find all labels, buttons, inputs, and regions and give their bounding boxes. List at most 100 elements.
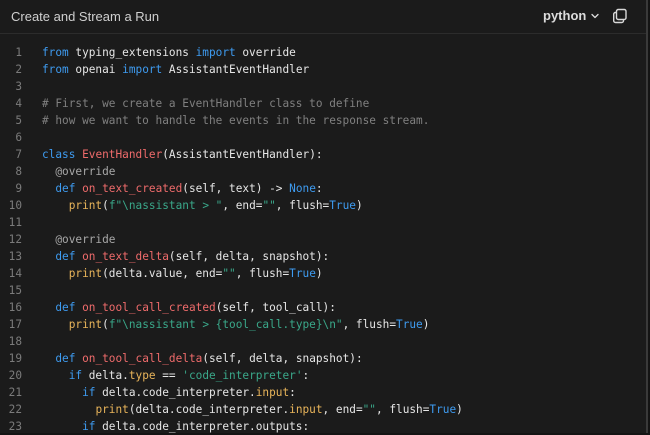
code-token: on_text_created <box>82 182 183 195</box>
code-text: class EventHandler(AssistantEventHandler… <box>42 146 323 163</box>
code-line: 18 <box>0 333 646 350</box>
code-token: # First, we create a EventHandler class … <box>42 97 370 110</box>
code-text: @override <box>42 231 115 248</box>
code-line: 9 def on_text_created(self, text) -> Non… <box>0 180 646 197</box>
line-number: 7 <box>15 148 22 161</box>
code-token: typing_extensions <box>68 46 196 59</box>
line-number: 5 <box>15 114 22 127</box>
code-text: # how we want to handle the events in th… <box>42 112 429 129</box>
language-selector[interactable]: python <box>543 8 600 23</box>
code-text: @override <box>42 163 115 180</box>
line-number: 15 <box>8 284 22 297</box>
code-text: # First, we create a EventHandler class … <box>42 95 369 112</box>
code-token: def <box>55 250 76 263</box>
line-number: 1 <box>15 46 22 59</box>
code-token: ) <box>355 199 363 212</box>
code-token: : <box>302 369 310 382</box>
code-token: True <box>396 318 423 331</box>
line-number: 13 <box>8 250 22 263</box>
line-number: 18 <box>8 335 22 348</box>
code-token: "" <box>362 403 376 416</box>
line-number: 11 <box>8 216 22 229</box>
code-line: 14 print(delta.value, end="", flush=True… <box>0 265 646 282</box>
code-token: ) <box>315 267 323 280</box>
code-line: 22 print(delta.code_interpreter.input, e… <box>0 401 646 418</box>
language-label: python <box>543 8 587 23</box>
code-line: 4 # First, we create a EventHandler class… <box>0 95 646 112</box>
code-token: : <box>289 386 296 399</box>
code-text: print(f"\nassistant > ", end="", flush=T… <box>42 197 363 214</box>
code-text: def on_tool_call_created(self, tool_call… <box>42 299 336 316</box>
code-title: Create and Stream a Run <box>11 9 160 24</box>
code-text: def on_text_delta(self, delta, snapshot)… <box>42 248 329 265</box>
code-token: input <box>255 386 290 399</box>
code-token: print <box>68 318 103 331</box>
code-token: class <box>42 148 76 161</box>
code-token: # how we want to handle the events in th… <box>42 114 430 127</box>
code-token: delta.code_interpreter.outputs: <box>95 420 310 433</box>
code-token: , end= <box>322 403 363 416</box>
line-number: 19 <box>8 352 22 365</box>
code-token: True <box>289 267 316 280</box>
code-line: 10 print(f"\nassistant > ", end="", flus… <box>0 197 646 214</box>
code-block[interactable]: 1 from typing_extensions import override 2… <box>0 44 646 435</box>
code-token: (self, delta, snapshot): <box>168 250 330 263</box>
code-line: 23 if delta.code_interpreter.outputs: <box>0 418 646 435</box>
line-number: 20 <box>8 369 22 382</box>
code-token: (self, tool_call): <box>215 301 336 314</box>
code-line: 17 print(f"\nassistant > {tool_call.type… <box>0 316 646 333</box>
line-number: 2 <box>15 63 22 76</box>
code-token: delta.code_interpreter. <box>95 386 256 399</box>
code-token: import <box>122 63 163 76</box>
code-token: from <box>42 46 69 59</box>
code-line: 8 @override <box>0 163 646 180</box>
code-token: print <box>68 199 103 212</box>
line-number: 12 <box>8 233 22 246</box>
code-text: if delta.code_interpreter.outputs: <box>42 418 309 435</box>
code-line: 21 if delta.code_interpreter.input: <box>0 384 646 401</box>
code-text: from openai import AssistantEventHandler <box>42 61 309 78</box>
code-token: (delta.code_interpreter. <box>128 403 290 416</box>
code-token: True <box>429 403 457 416</box>
line-number: 6 <box>15 131 22 144</box>
copy-icon[interactable] <box>612 8 628 24</box>
code-text: if delta.type == 'code_interpreter': <box>42 367 309 384</box>
code-token: def <box>55 301 76 314</box>
code-line: 3 <box>0 78 646 95</box>
line-number: 16 <box>8 301 22 314</box>
line-number: 22 <box>8 403 22 416</box>
code-line: 11 <box>0 214 646 231</box>
code-token: if <box>82 386 96 399</box>
line-number: 9 <box>15 182 22 195</box>
line-number: 8 <box>15 165 22 178</box>
code-token: @override <box>55 233 116 246</box>
code-token: import <box>195 46 236 59</box>
code-token: EventHandler <box>82 148 163 161</box>
code-token: True <box>329 199 356 212</box>
code-token: def <box>55 182 76 195</box>
code-token: : <box>315 182 323 195</box>
code-text: from typing_extensions import override <box>42 44 296 61</box>
code-token: on_tool_call_delta <box>82 352 203 365</box>
code-token: openai <box>68 63 123 76</box>
code-token: , flush= <box>235 267 290 280</box>
code-token: (delta.value, end= <box>102 267 223 280</box>
code-token: ) <box>456 403 463 416</box>
code-line: 19 def on_tool_call_delta(self, delta, s… <box>0 350 646 367</box>
code-text: def on_tool_call_delta(self, delta, snap… <box>42 350 362 367</box>
code-token: , end= <box>222 199 263 212</box>
line-number: 10 <box>8 199 22 212</box>
code-line: 12 @override <box>0 231 646 248</box>
code-token: AssistantEventHandler <box>162 63 310 76</box>
code-line: 13 def on_text_delta(self, delta, snapsh… <box>0 248 646 265</box>
code-text: if delta.code_interpreter.input: <box>42 384 296 401</box>
code-line: 16 def on_tool_call_created(self, tool_c… <box>0 299 646 316</box>
code-line: 20 if delta.type == 'code_interpreter': <box>0 367 646 384</box>
code-token: "" <box>222 267 236 280</box>
